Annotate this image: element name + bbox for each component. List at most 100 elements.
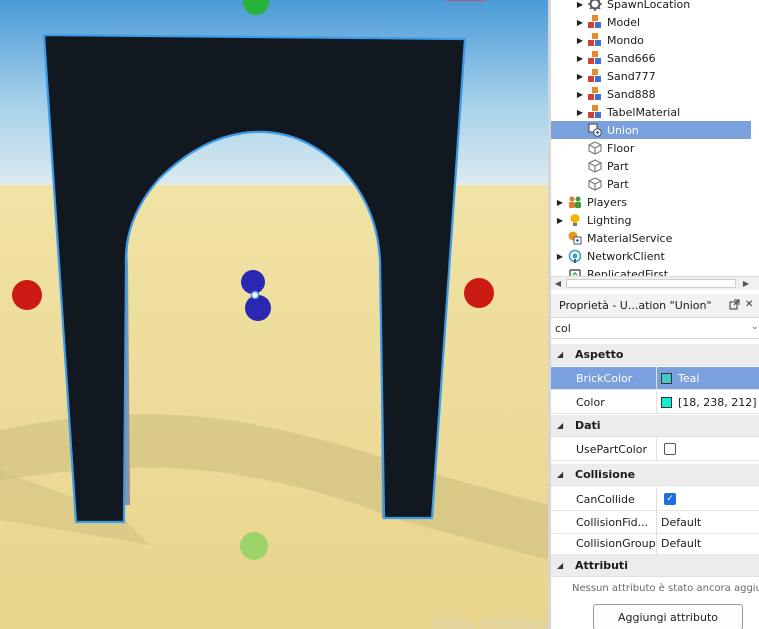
tree-item-label: MaterialService <box>587 231 673 245</box>
players-icon <box>568 195 582 209</box>
property-value[interactable]: Default <box>657 532 759 554</box>
property-collisiongroup[interactable]: CollisionGroup Default <box>551 532 759 555</box>
lighting-icon <box>568 213 582 227</box>
tree-item-networkclient[interactable]: ▶ NetworkClient <box>551 247 751 265</box>
tree-item-label: Players <box>587 195 627 209</box>
expand-arrow-icon[interactable]: ▶ <box>575 85 585 103</box>
expand-arrow-icon[interactable]: ▶ <box>555 193 565 211</box>
tree-item-part[interactable]: Part <box>551 175 751 193</box>
property-value[interactable]: Teal <box>657 367 759 389</box>
tree-item-lighting[interactable]: ▶ Lighting <box>551 211 751 229</box>
properties-filter[interactable]: ⌄ <box>551 318 759 339</box>
tree-item-players[interactable]: ▶ Players <box>551 193 751 211</box>
union-icon <box>588 123 602 137</box>
property-value[interactable] <box>657 438 759 460</box>
expand-arrow-icon[interactable]: ▶ <box>575 31 585 49</box>
scene[interactable] <box>0 0 548 629</box>
tree-item-label: NetworkClient <box>587 249 665 263</box>
color-swatch[interactable] <box>661 372 672 384</box>
chevron-down-icon[interactable]: ⌄ <box>751 322 759 332</box>
expand-arrow-icon[interactable]: ▶ <box>575 0 585 13</box>
tree-item-label: Part <box>607 159 629 173</box>
tree-item-label: Model <box>607 15 641 29</box>
property-value[interactable]: ✓ <box>657 488 759 510</box>
property-value-text: Teal <box>678 371 700 385</box>
move-handle-x-left[interactable] <box>12 280 42 310</box>
category-collisione[interactable]: ◢ Collisione <box>551 464 759 486</box>
collapse-arrow-icon[interactable]: ◢ <box>557 470 567 479</box>
tree-item-label: Mondo <box>607 33 644 47</box>
expand-arrow-icon[interactable]: ▶ <box>555 211 565 229</box>
expand-arrow-icon[interactable]: ▶ <box>575 67 585 85</box>
explorer-horizontal-scrollbar[interactable]: ◀ ▶ <box>551 276 759 290</box>
tree-item-spawnlocation[interactable]: ▶ SpawnLocation <box>551 0 751 13</box>
model-icon <box>588 51 602 65</box>
collapse-arrow-icon[interactable]: ◢ <box>557 350 567 359</box>
property-brickcolor[interactable]: BrickColor Teal <box>551 367 759 390</box>
undock-icon[interactable] <box>729 299 740 313</box>
move-handle-x-right[interactable] <box>464 278 494 308</box>
tree-item-part[interactable]: Part <box>551 157 751 175</box>
collapse-arrow-icon[interactable]: ◢ <box>557 561 567 570</box>
tree-item-label: Floor <box>607 141 635 155</box>
expand-arrow-icon[interactable]: ▶ <box>575 103 585 121</box>
add-attribute-button[interactable]: Aggiungi attributo <box>593 604 743 629</box>
part-icon <box>588 159 602 173</box>
category-label: Attributi <box>575 559 628 572</box>
move-handle-z-front[interactable] <box>245 295 271 321</box>
move-handle-y-bottom[interactable] <box>240 532 268 560</box>
scroll-left-icon[interactable]: ◀ <box>551 277 565 290</box>
category-dati[interactable]: ◢ Dati <box>551 415 759 437</box>
part-icon <box>588 141 602 155</box>
tree-item-label: Sand888 <box>607 87 656 101</box>
tree-item-materialservice[interactable]: MaterialService <box>551 229 751 247</box>
tree-item-floor[interactable]: Floor <box>551 139 751 157</box>
move-handle-z-back[interactable] <box>241 270 265 294</box>
category-label: Aspetto <box>575 348 624 361</box>
can-collide-checkbox[interactable]: ✓ <box>664 493 676 505</box>
material-service-icon <box>568 231 582 245</box>
properties-panel: Proprietà - U...ation "Union" ✕ ⌄ ◢ Aspe… <box>551 294 759 629</box>
tree-item-mondo[interactable]: ▶ Mondo <box>551 31 751 49</box>
model-icon <box>588 69 602 83</box>
expand-arrow-icon[interactable]: ▶ <box>575 13 585 31</box>
tree-item-union[interactable]: Union <box>551 121 751 139</box>
property-cancollide[interactable]: CanCollide ✓ <box>551 488 759 511</box>
scroll-right-icon[interactable]: ▶ <box>739 277 753 290</box>
filter-input[interactable] <box>555 320 745 337</box>
tree-item-model[interactable]: ▶ Model <box>551 13 751 31</box>
property-value-text: [18, 238, 212] ... <box>678 395 759 409</box>
property-name: CollisionGroup <box>551 532 657 554</box>
model-icon <box>588 33 602 47</box>
collapse-arrow-icon[interactable]: ◢ <box>557 421 567 430</box>
property-name: BrickColor <box>551 367 657 389</box>
property-usepartcolor[interactable]: UsePartColor <box>551 438 759 461</box>
property-collisionfidelity[interactable]: CollisionFid... Default <box>551 511 759 534</box>
expand-arrow-icon[interactable]: ▶ <box>575 49 585 67</box>
property-color[interactable]: Color [18, 238, 212] ... <box>551 391 759 414</box>
activation-watermark: Attiva Windows <box>432 614 548 629</box>
close-icon[interactable]: ✕ <box>745 299 753 310</box>
tree-item-sand888[interactable]: ▶ Sand888 <box>551 85 751 103</box>
use-part-color-checkbox[interactable] <box>664 443 676 455</box>
viewport-3d[interactable]: Attiva Windows <box>0 0 548 629</box>
tree-item-tabelmaterial[interactable]: ▶ TabelMaterial <box>551 103 751 121</box>
color-swatch[interactable] <box>661 396 672 408</box>
property-value[interactable]: Default <box>657 511 759 533</box>
tree-item-sand777[interactable]: ▶ Sand777 <box>551 67 751 85</box>
category-aspetto[interactable]: ◢ Aspetto <box>551 344 759 366</box>
scrollbar-thumb[interactable] <box>566 279 736 288</box>
tree-item-label: Sand666 <box>607 51 656 65</box>
property-name: UsePartColor <box>551 438 657 460</box>
tree-item-label: Part <box>607 177 629 191</box>
explorer-panel: ▶ SpawnLocation ▶ Model ▶ Mondo ▶ Sand66… <box>551 0 759 290</box>
empty-attributes-message: Nessun attributo è stato ancora aggiunto <box>572 583 759 594</box>
tree-item-sand666[interactable]: ▶ Sand666 <box>551 49 751 67</box>
pivot-point[interactable] <box>250 290 260 300</box>
property-value[interactable]: [18, 238, 212] ... <box>657 391 759 413</box>
property-name: CanCollide <box>551 488 657 510</box>
category-label: Collisione <box>575 468 636 481</box>
expand-arrow-icon[interactable]: ▶ <box>555 247 565 265</box>
tree-item-label: Lighting <box>587 213 632 227</box>
category-attributi[interactable]: ◢ Attributi <box>551 555 759 577</box>
